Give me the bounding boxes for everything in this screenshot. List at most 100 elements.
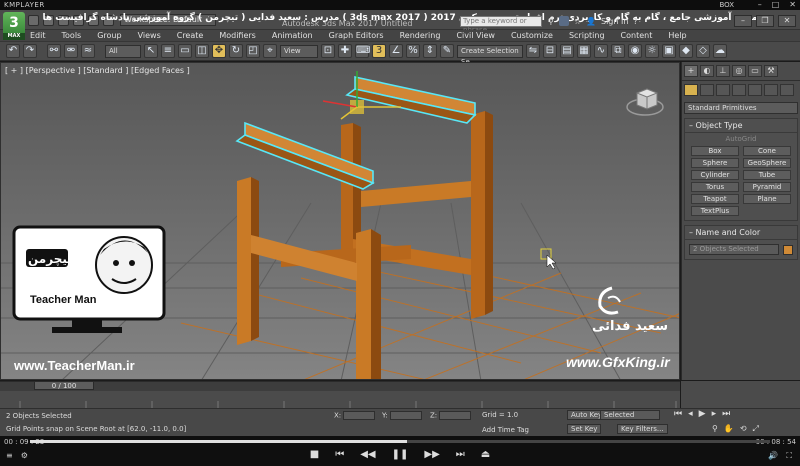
spinner-snap-icon[interactable]: ⇕ [423, 44, 437, 58]
zoom-icon[interactable]: ⚲ [712, 424, 718, 434]
cameras-icon[interactable] [732, 84, 746, 96]
placement-icon[interactable]: ⌖ [263, 44, 277, 58]
redo-icon[interactable]: ↷ [23, 44, 37, 58]
window-crossing-icon[interactable]: ◫ [195, 44, 209, 58]
menu-tools[interactable]: Tools [62, 31, 82, 40]
y-input[interactable] [389, 411, 422, 420]
rendered-frame-window-icon[interactable]: ▣ [662, 44, 676, 58]
edit-named-selection-icon[interactable]: ✎ [440, 44, 454, 58]
plane-button[interactable]: Plane [743, 194, 791, 204]
maximize-viewport-icon[interactable]: ⤢ [753, 424, 759, 434]
communication-center-icon[interactable] [558, 16, 569, 26]
schematic-view-icon[interactable]: ⧉ [611, 44, 625, 58]
volume-icon[interactable]: 🔊 [768, 451, 778, 461]
menu-edit[interactable]: Edit [30, 31, 46, 40]
teapot-button[interactable]: Teapot [691, 194, 739, 204]
undo-icon[interactable]: ↶ [6, 44, 20, 58]
selection-filter-select[interactable]: All [105, 44, 141, 58]
user-icon[interactable]: 👤 [586, 17, 596, 26]
motion-tab-icon[interactable]: ◎ [732, 65, 746, 77]
menu-create[interactable]: Create [177, 31, 204, 40]
reference-coordinate-select[interactable]: View [280, 44, 318, 58]
go-to-start-icon[interactable]: ⏮ [674, 409, 682, 419]
close-icon[interactable]: ✕ [789, 0, 796, 9]
time-slider-track[interactable] [0, 381, 680, 391]
sign-in-link[interactable]: Sign In [601, 17, 628, 26]
textplus-button[interactable]: TextPlus [691, 206, 739, 216]
rectangle-selection-icon[interactable]: ▭ [178, 44, 192, 58]
chair-model[interactable] [235, 76, 493, 380]
box-button[interactable]: Box [691, 146, 739, 156]
mirror-icon[interactable]: ⇋ [526, 44, 540, 58]
display-tab-icon[interactable]: ▭ [748, 65, 762, 77]
menu-customize[interactable]: Customize [511, 31, 553, 40]
z-input[interactable] [439, 411, 472, 420]
autogrid-checkbox[interactable]: AutoGrid [685, 133, 797, 145]
object-name-input[interactable]: 2 Objects Selected [689, 244, 779, 255]
stop-icon[interactable]: ■ [310, 449, 319, 463]
shapes-icon[interactable] [700, 84, 714, 96]
binoculars-icon[interactable]: ⚲ [548, 17, 554, 26]
play-icon[interactable]: ▶ [699, 409, 706, 419]
object-color-swatch[interactable] [783, 244, 793, 255]
help-icon[interactable]: ? [633, 17, 637, 26]
sphere-button[interactable]: Sphere [691, 158, 739, 168]
pause-icon[interactable]: ❚❚ [392, 449, 409, 463]
render-setup-icon[interactable]: ☼ [645, 44, 659, 58]
pivot-center-icon[interactable]: ⊡ [321, 44, 335, 58]
render-iterative-icon[interactable]: ◇ [696, 44, 710, 58]
previous-frame-icon[interactable]: ◂ [688, 409, 693, 419]
menu-content[interactable]: Content [621, 31, 653, 40]
key-mode-select[interactable]: Selected [600, 410, 660, 420]
app-close-icon[interactable]: ✕ [778, 15, 796, 27]
scene-explorer-icon[interactable]: ▦ [577, 44, 591, 58]
curve-editor-icon[interactable]: ∿ [594, 44, 608, 58]
torus-button[interactable]: Torus [691, 182, 739, 192]
fullscreen-icon[interactable]: ⛶ [786, 451, 792, 461]
systems-icon[interactable] [780, 84, 794, 96]
previous-icon[interactable]: ⏮ [335, 449, 344, 463]
x-input[interactable] [343, 411, 376, 420]
menu-modifiers[interactable]: Modifiers [219, 31, 256, 40]
menu-graph-editors[interactable]: Graph Editors [329, 31, 384, 40]
time-slider[interactable]: 0 / 100 [34, 381, 94, 390]
forward-icon[interactable]: ▶▶ [424, 449, 439, 463]
star-icon[interactable]: ☆ [574, 17, 581, 26]
viewcube[interactable] [625, 83, 665, 119]
render-production-icon[interactable]: ◆ [679, 44, 693, 58]
menu-animation[interactable]: Animation [272, 31, 313, 40]
new-file-icon[interactable] [28, 14, 39, 26]
menu-scripting[interactable]: Scripting [569, 31, 605, 40]
hierarchy-tab-icon[interactable]: ⊥ [716, 65, 730, 77]
seek-bar[interactable] [30, 440, 770, 443]
material-editor-icon[interactable]: ◉ [628, 44, 642, 58]
angle-snap-icon[interactable]: ∠ [389, 44, 403, 58]
menu-civil-view[interactable]: Civil View [456, 31, 495, 40]
modify-tab-icon[interactable]: ◐ [700, 65, 714, 77]
create-tab-icon[interactable]: + [684, 65, 698, 77]
search-input[interactable]: Type a keyword or phrase [460, 16, 542, 34]
geosphere-button[interactable]: GeoSphere [743, 158, 791, 168]
menu-help[interactable]: Help [668, 31, 686, 40]
lights-icon[interactable] [716, 84, 730, 96]
keyboard-shortcut-icon[interactable]: ⌨ [355, 44, 370, 58]
name-color-title[interactable]: – Name and Color [685, 226, 797, 240]
select-manipulate-icon[interactable]: ✚ [338, 44, 352, 58]
space-warps-icon[interactable] [764, 84, 778, 96]
next-frame-icon[interactable]: ▸ [712, 409, 717, 419]
select-scale-icon[interactable]: ◰ [246, 44, 260, 58]
align-icon[interactable]: ⊟ [543, 44, 557, 58]
minimize-icon[interactable]: – [758, 0, 762, 9]
eject-icon[interactable]: ⏏ [481, 449, 490, 463]
geometry-icon[interactable] [684, 84, 698, 96]
snaps-toggle-icon[interactable]: 3 [372, 44, 386, 58]
tube-button[interactable]: Tube [743, 170, 791, 180]
app-restore-icon[interactable]: ❐ [756, 15, 774, 27]
menu-group[interactable]: Group [97, 31, 121, 40]
select-rotate-icon[interactable]: ↻ [229, 44, 243, 58]
bind-space-warp-icon[interactable]: ≈ [81, 44, 95, 58]
a360-render-icon[interactable]: ☁ [713, 44, 727, 58]
select-move-icon[interactable]: ✥ [212, 44, 226, 58]
menu-views[interactable]: Views [138, 31, 161, 40]
next-icon[interactable]: ⏭ [456, 449, 465, 463]
